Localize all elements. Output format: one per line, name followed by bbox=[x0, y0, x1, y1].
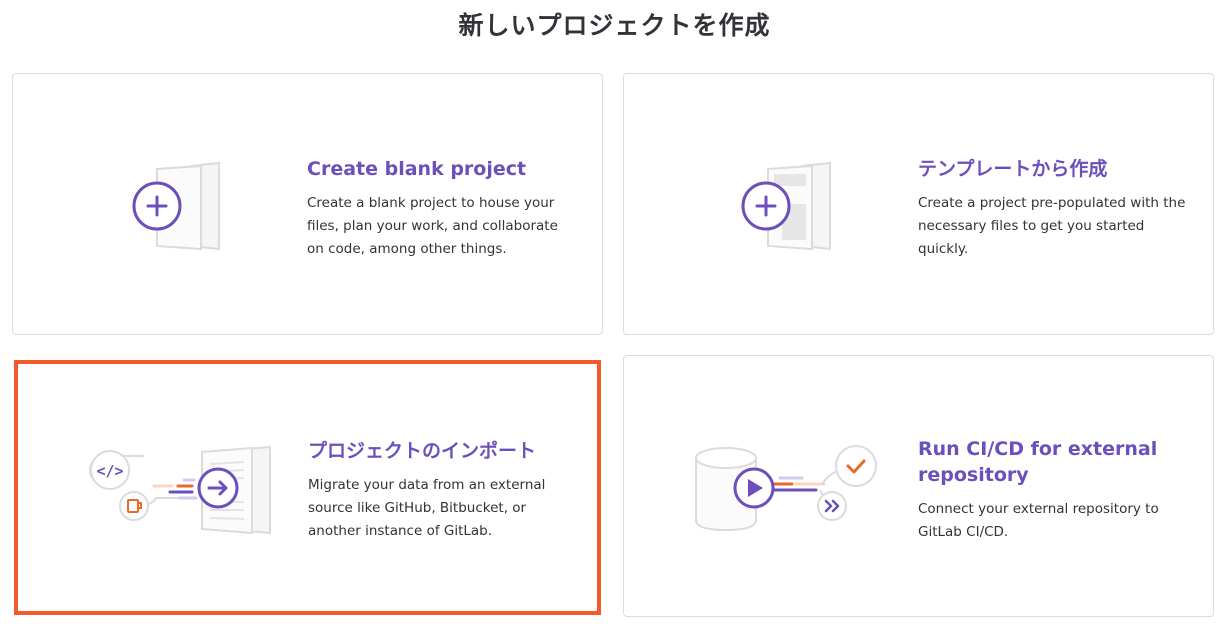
import-project-icon: </> bbox=[84, 442, 276, 542]
svg-text:</>: </> bbox=[96, 462, 123, 480]
cicd-project-icon bbox=[692, 444, 884, 540]
card-import-project[interactable]: </> プロジェクトのインポート Migrate your data from … bbox=[14, 360, 601, 615]
card-description: Create a blank project to house your fil… bbox=[307, 195, 558, 257]
page-title: 新しいプロジェクトを作成 bbox=[458, 11, 771, 40]
card-blank-project[interactable]: Create blank project Create a blank proj… bbox=[12, 73, 603, 335]
card-description: Create a project pre-populated with the … bbox=[918, 195, 1186, 257]
card-description: Migrate your data from an external sourc… bbox=[308, 477, 546, 539]
card-cicd-project[interactable]: Run CI/CD for external repository Connec… bbox=[623, 355, 1214, 617]
card-title: Create blank project bbox=[307, 158, 527, 180]
card-template-project[interactable]: テンプレートから作成 Create a project pre-populate… bbox=[623, 73, 1214, 335]
card-title: テンプレートから作成 bbox=[918, 158, 1108, 180]
card-description: Connect your external repository to GitL… bbox=[918, 501, 1159, 540]
template-project-icon bbox=[740, 160, 840, 256]
card-title: プロジェクトのインポート bbox=[308, 440, 537, 462]
card-title: Run CI/CD for external repository bbox=[918, 438, 1158, 486]
blank-project-icon bbox=[131, 160, 231, 256]
